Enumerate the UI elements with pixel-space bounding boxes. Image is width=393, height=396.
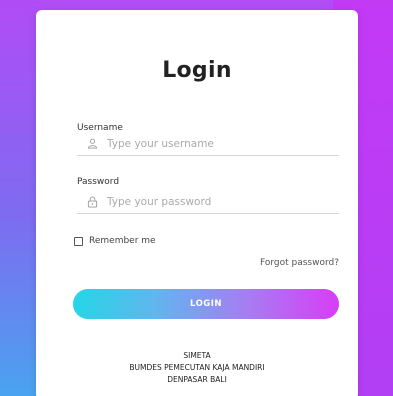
forgot-password-link[interactable]: Forgot password? bbox=[260, 258, 339, 268]
footer-line-3: DENPASAR BALI bbox=[167, 375, 227, 384]
footer-line-2: BUMDES PEMECUTAN KAJA MANDIRI bbox=[129, 363, 265, 372]
username-input[interactable] bbox=[107, 137, 327, 150]
password-input[interactable] bbox=[107, 195, 327, 208]
footer-line-1: SIMETA bbox=[183, 351, 211, 360]
lock-icon bbox=[85, 195, 99, 209]
remember-checkbox[interactable] bbox=[74, 236, 83, 246]
remember-me[interactable]: Remember me bbox=[74, 236, 156, 246]
user-icon bbox=[85, 137, 99, 151]
password-label: Password bbox=[77, 177, 120, 187]
username-field[interactable] bbox=[77, 132, 339, 156]
password-field[interactable] bbox=[77, 190, 339, 214]
page-title: Login bbox=[162, 58, 232, 83]
login-button[interactable]: LOGIN bbox=[73, 289, 339, 319]
remember-label: Remember me bbox=[89, 236, 156, 246]
login-card: Login Username Password Remember me Forg… bbox=[36, 10, 358, 396]
